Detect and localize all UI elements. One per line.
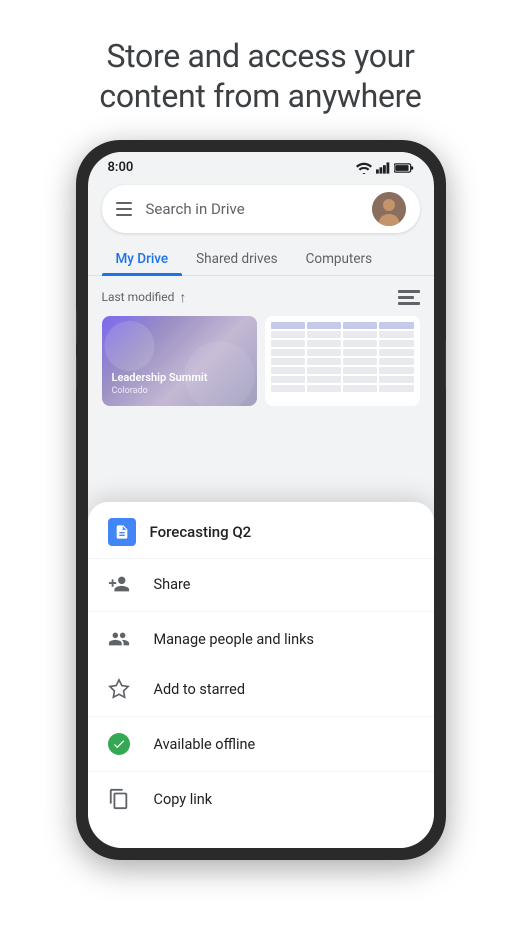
sheet-file-name: Forecasting Q2 (150, 523, 252, 541)
check-circle-icon (108, 733, 130, 755)
thumb-title-1: Leadership Summit (112, 371, 247, 385)
sort-label-text: Last modified (102, 290, 175, 304)
manage-people-label: Manage people and links (154, 631, 314, 648)
bottom-sheet: Forecasting Q2 Share (88, 502, 434, 848)
divider-2 (88, 716, 434, 717)
status-bar: 8:00 (88, 152, 434, 179)
menu-item-share[interactable]: Share (88, 559, 434, 609)
file-thumb-presentation[interactable]: Leadership Summit Colorado (102, 316, 257, 406)
copy-link-label: Copy link (154, 791, 213, 808)
manage-people-icon (108, 628, 130, 650)
headline-line2: content from anywhere (99, 77, 421, 115)
sort-row: Last modified ↑ (102, 276, 420, 316)
signal-icon (376, 162, 390, 174)
tabs-bar: My Drive Shared drives Computers (88, 241, 434, 276)
search-bar[interactable]: Search in Drive (102, 185, 420, 233)
phone-shell: 8:00 (76, 140, 446, 860)
volume-down-button (76, 355, 77, 390)
menu-item-copy-link[interactable]: Copy link (88, 774, 434, 824)
tab-my-drive[interactable]: My Drive (102, 241, 183, 275)
menu-item-manage-people[interactable]: Manage people and links (88, 614, 434, 664)
divider-3 (88, 771, 434, 772)
battery-icon (394, 162, 414, 174)
tab-shared-drives[interactable]: Shared drives (182, 241, 291, 275)
files-grid: Leadership Summit Colorado (102, 316, 420, 406)
phone-screen: 8:00 (88, 152, 434, 848)
document-icon (114, 524, 130, 540)
offline-label: Available offline (154, 736, 256, 753)
status-time: 8:00 (108, 160, 134, 175)
sort-arrow-icon: ↑ (179, 289, 186, 306)
sheet-file-header: Forecasting Q2 (88, 502, 434, 559)
doc-icon (108, 518, 136, 546)
thumb-subtitle-1: Colorado (112, 386, 247, 396)
files-section: Last modified ↑ Leadership Summit Colora… (88, 276, 434, 406)
volume-up-button (76, 310, 77, 345)
avatar[interactable] (372, 192, 406, 226)
starred-label: Add to starred (154, 681, 246, 698)
headline-line1: Store and access your (106, 37, 414, 75)
tab-computers[interactable]: Computers (292, 241, 386, 275)
copy-icon (108, 788, 130, 810)
phone-mockup: 8:00 (76, 140, 446, 860)
power-button (445, 340, 446, 390)
share-label: Share (154, 576, 191, 593)
person-add-icon (108, 573, 130, 595)
search-placeholder: Search in Drive (146, 200, 372, 218)
view-toggle-icon[interactable] (398, 286, 420, 308)
headline: Store and access your content from anywh… (69, 0, 451, 140)
divider-1 (88, 611, 434, 612)
wifi-icon (356, 162, 372, 174)
hamburger-icon[interactable] (116, 202, 132, 216)
star-icon (108, 678, 130, 700)
sort-label[interactable]: Last modified ↑ (102, 289, 187, 306)
spreadsheet-preview (269, 320, 416, 402)
status-icons (356, 162, 414, 174)
menu-item-starred[interactable]: Add to starred (88, 664, 434, 714)
file-thumb-sheet[interactable] (265, 316, 420, 406)
menu-item-offline[interactable]: Available offline (88, 719, 434, 769)
